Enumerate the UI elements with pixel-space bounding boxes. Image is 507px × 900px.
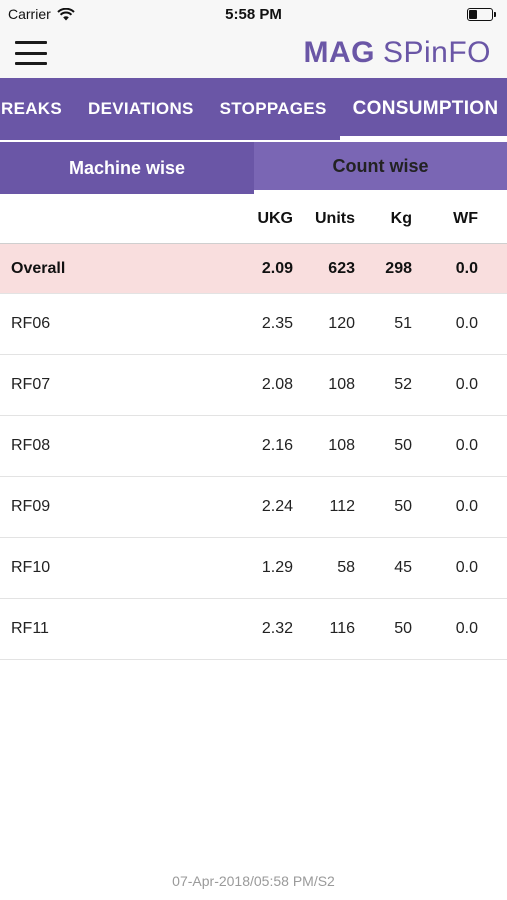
wf-cell: 0.0 xyxy=(455,559,478,576)
machine-name: RF07 xyxy=(11,376,51,393)
menu-bar xyxy=(15,51,47,55)
logo-mag: MAG xyxy=(303,36,375,69)
logo-spinfo: SPinFO xyxy=(382,36,491,69)
hamburger-menu-icon[interactable] xyxy=(15,41,47,65)
machine-name: RF09 xyxy=(11,498,51,515)
wf-cell: 0.0 xyxy=(455,376,478,393)
tab-stoppages[interactable]: STOPPAGES xyxy=(207,78,340,140)
footer-timestamp: 07-Apr-2018/05:58 PM/S2 xyxy=(172,873,335,889)
kg-cell: 50 xyxy=(394,620,412,637)
tab-deviations[interactable]: DEVIATIONS xyxy=(75,78,207,140)
ukg-cell: 2.16 xyxy=(261,437,293,454)
kg-cell: 45 xyxy=(394,559,412,576)
kg-cell: 50 xyxy=(394,498,412,515)
wf-cell: 0.0 xyxy=(455,620,478,637)
kg-cell: 50 xyxy=(394,437,412,454)
overall-label: Overall xyxy=(11,259,66,277)
wf-cell: 0.0 xyxy=(455,498,478,515)
status-time: 5:58 PM xyxy=(225,5,282,23)
status-left: Carrier xyxy=(0,6,75,22)
column-header-wf: WF xyxy=(453,209,478,227)
table-row[interactable]: RF10 1.29 58 45 0.0 xyxy=(0,538,507,599)
ukg-cell: 1.29 xyxy=(261,559,293,576)
ukg-cell: 2.35 xyxy=(261,315,293,332)
table-row[interactable]: RF09 2.24 112 50 0.0 xyxy=(0,477,507,538)
kg-cell: 52 xyxy=(394,376,412,393)
menu-bar xyxy=(15,62,47,65)
units-cell: 112 xyxy=(329,498,355,515)
units-cell: 108 xyxy=(328,437,355,454)
main-tabs: REAKS DEVIATIONS STOPPAGES CONSUMPTION xyxy=(0,78,507,140)
overall-kg: 298 xyxy=(385,259,412,277)
table-row[interactable]: RF08 2.16 108 50 0.0 xyxy=(0,416,507,477)
kg-cell: 51 xyxy=(394,315,412,332)
ukg-cell: 2.08 xyxy=(261,376,293,393)
overall-units: 623 xyxy=(328,259,355,277)
machine-name: RF10 xyxy=(11,559,51,576)
wifi-icon xyxy=(57,7,75,20)
table-row[interactable]: RF11 2.32 116 50 0.0 xyxy=(0,599,507,660)
tab-machine-wise[interactable]: Machine wise xyxy=(0,142,254,194)
overall-ukg: 2.09 xyxy=(261,259,293,277)
units-cell: 116 xyxy=(329,620,355,637)
units-cell: 120 xyxy=(328,315,355,332)
column-header-units: Units xyxy=(315,209,355,227)
tab-count-wise[interactable]: Count wise xyxy=(254,142,507,194)
machine-name: RF06 xyxy=(11,315,51,332)
table-header-row: UKG Units Kg WF xyxy=(0,194,507,244)
units-cell: 58 xyxy=(337,559,355,576)
consumption-table: UKG Units Kg WF Overall 2.09 623 298 0.0… xyxy=(0,194,507,660)
wf-cell: 0.0 xyxy=(455,315,478,332)
carrier-label: Carrier xyxy=(8,6,51,22)
table-row[interactable]: RF06 2.35 120 51 0.0 xyxy=(0,294,507,355)
units-cell: 108 xyxy=(328,376,355,393)
overall-wf: 0.0 xyxy=(455,259,478,277)
table-row[interactable]: RF07 2.08 108 52 0.0 xyxy=(0,355,507,416)
tab-consumption[interactable]: CONSUMPTION xyxy=(339,78,507,140)
battery-level xyxy=(469,9,478,19)
column-header-ukg: UKG xyxy=(257,209,293,227)
sub-tabs: Machine wise Count wise xyxy=(0,142,507,194)
overall-row: Overall 2.09 623 298 0.0 xyxy=(0,244,507,294)
app-header: MAG SPinFO xyxy=(0,28,507,79)
battery-icon xyxy=(467,7,496,21)
column-header-kg: Kg xyxy=(390,209,412,227)
status-bar: Carrier 5:58 PM xyxy=(0,0,507,28)
menu-bar xyxy=(15,41,47,44)
ukg-cell: 2.32 xyxy=(261,620,293,637)
machine-name: RF08 xyxy=(11,437,51,454)
app-logo: MAG SPinFO xyxy=(303,36,491,70)
tab-breaks[interactable]: REAKS xyxy=(0,78,75,140)
ukg-cell: 2.24 xyxy=(261,498,293,515)
wf-cell: 0.0 xyxy=(455,437,478,454)
machine-name: RF11 xyxy=(11,620,49,637)
